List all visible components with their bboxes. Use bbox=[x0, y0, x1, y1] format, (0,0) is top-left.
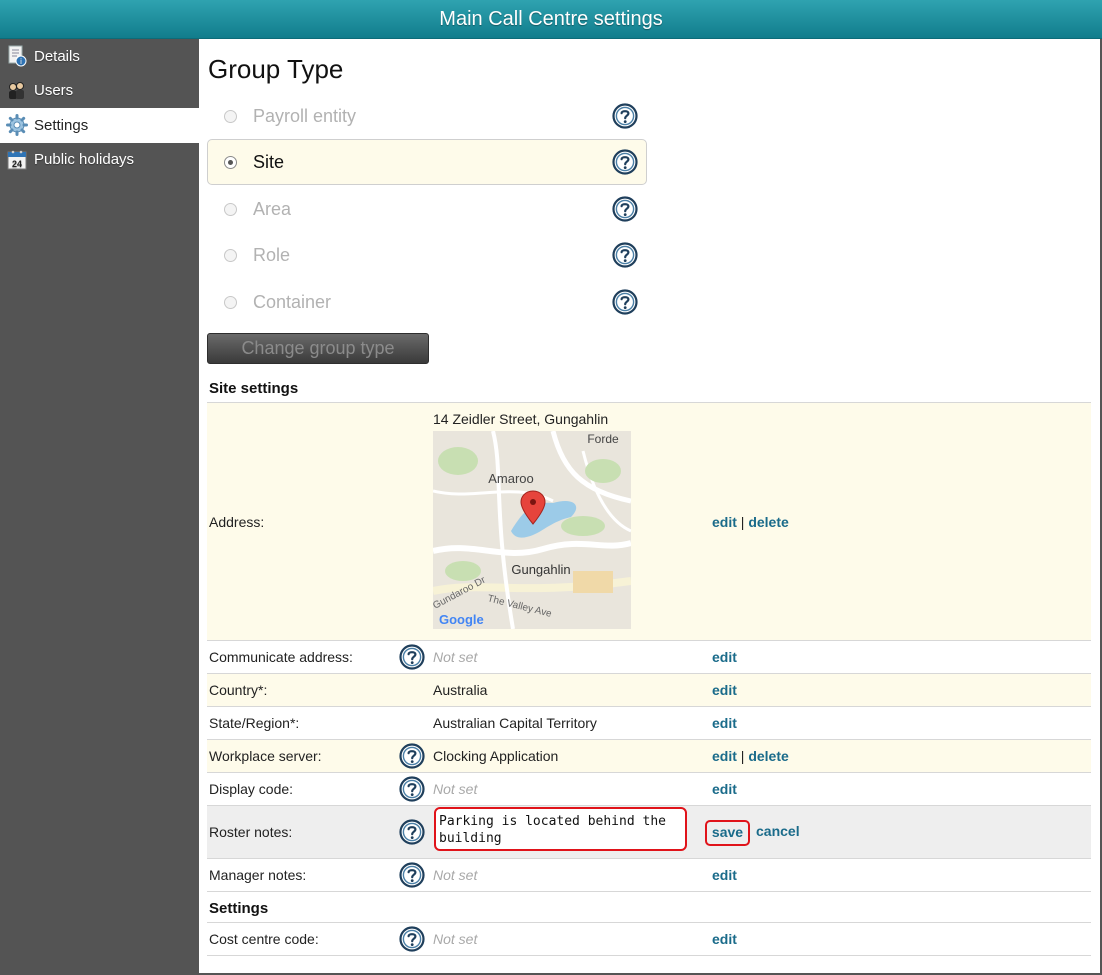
display-code-edit-link[interactable]: edit bbox=[712, 781, 737, 797]
group-type-option-payroll-entity[interactable]: Payroll entity bbox=[207, 93, 647, 139]
change-group-type-button[interactable]: Change group type bbox=[207, 333, 429, 364]
sidebar-item-label: Public holidays bbox=[34, 151, 135, 169]
cancel-link[interactable]: cancel bbox=[756, 823, 800, 839]
row-value: Not set bbox=[433, 781, 478, 797]
row-label: Country*: bbox=[209, 682, 268, 698]
manager-notes-row: Manager notes: Not set edit bbox=[207, 859, 1091, 892]
users-icon bbox=[5, 80, 29, 102]
sidebar-item-settings[interactable]: Settings bbox=[0, 108, 199, 143]
cost-centre-row: Cost centre code: Not set edit bbox=[207, 923, 1091, 956]
country-row: Country*: Australia edit bbox=[207, 674, 1091, 707]
map-label-forde: Forde bbox=[587, 432, 619, 446]
google-logo: Google bbox=[439, 612, 484, 627]
radio-area[interactable] bbox=[224, 202, 237, 216]
row-label: Cost centre code: bbox=[209, 931, 319, 947]
option-label: Container bbox=[253, 291, 332, 312]
site-settings-title: Site settings bbox=[209, 380, 299, 397]
row-label: Manager notes: bbox=[209, 867, 307, 883]
row-value: Clocking Application bbox=[433, 748, 559, 764]
option-label: Site bbox=[253, 151, 285, 172]
sidebar-item-public-holidays[interactable]: 24 Public holidays bbox=[0, 143, 199, 178]
help-icon[interactable] bbox=[612, 149, 638, 175]
help-icon[interactable] bbox=[399, 776, 425, 802]
help-icon[interactable] bbox=[399, 926, 425, 952]
group-type-option-site[interactable]: Site bbox=[207, 139, 647, 185]
row-label: Display code: bbox=[209, 781, 294, 797]
row-value: Australian Capital Territory bbox=[433, 715, 597, 731]
help-icon[interactable] bbox=[399, 743, 425, 769]
help-icon[interactable] bbox=[399, 644, 425, 670]
address-delete-link[interactable]: delete bbox=[748, 514, 788, 530]
row-label: State/Region*: bbox=[209, 715, 300, 731]
svg-text:i: i bbox=[20, 57, 22, 66]
group-type-heading: Group Type bbox=[208, 54, 344, 84]
row-value: Not set bbox=[433, 931, 478, 947]
row-label: Workplace server: bbox=[209, 748, 322, 764]
roster-notes-row: Roster notes: Parking is located behind … bbox=[207, 806, 1091, 859]
help-icon[interactable] bbox=[612, 289, 638, 315]
cost-centre-edit-link[interactable]: edit bbox=[712, 931, 737, 947]
sidebar-item-label: Users bbox=[34, 82, 74, 100]
radio-site[interactable] bbox=[224, 155, 237, 169]
row-value: Not set bbox=[433, 649, 478, 665]
workplace-server-row: Workplace server: Clocking Application e… bbox=[207, 740, 1091, 773]
help-icon[interactable] bbox=[399, 862, 425, 888]
help-icon[interactable] bbox=[612, 196, 638, 222]
radio-role[interactable] bbox=[224, 248, 237, 262]
address-label: Address: bbox=[209, 514, 265, 530]
option-label: Area bbox=[253, 198, 292, 219]
sidebar-item-details[interactable]: i Details bbox=[0, 39, 199, 74]
workplace-server-edit-link[interactable]: edit bbox=[712, 748, 737, 764]
sidebar-item-label: Settings bbox=[34, 116, 89, 134]
country-edit-link[interactable]: edit bbox=[712, 682, 737, 698]
separator: | bbox=[740, 748, 745, 764]
sidebar-item-label: Details bbox=[34, 47, 80, 65]
communicate-address-edit-link[interactable]: edit bbox=[712, 649, 737, 665]
sidebar: i Details Users Settings 24 Public holid… bbox=[0, 39, 199, 975]
settings-title: Settings bbox=[209, 900, 269, 917]
radio-container[interactable] bbox=[224, 295, 237, 309]
radio-payroll-entity[interactable] bbox=[224, 109, 237, 123]
address-edit-link[interactable]: edit bbox=[712, 514, 737, 530]
manager-notes-edit-link[interactable]: edit bbox=[712, 867, 737, 883]
help-icon[interactable] bbox=[612, 242, 638, 268]
group-type-option-container[interactable]: Container bbox=[207, 279, 647, 325]
address-row: Address: 14 Zeidler Street, Gungahlin Fo… bbox=[207, 403, 1091, 641]
roster-notes-textarea[interactable]: Parking is located behind the building bbox=[434, 807, 687, 851]
communicate-address-row: Communicate address: Not set edit bbox=[207, 641, 1091, 674]
save-button[interactable]: save bbox=[705, 820, 750, 846]
group-type-option-area[interactable]: Area bbox=[207, 186, 647, 232]
address-value: 14 Zeidler Street, Gungahlin bbox=[433, 411, 609, 427]
row-label: Communicate address: bbox=[209, 649, 353, 665]
row-label: Roster notes: bbox=[209, 824, 293, 840]
workplace-server-delete-link[interactable]: delete bbox=[748, 748, 788, 764]
display-code-row: Display code: Not set edit bbox=[207, 773, 1091, 806]
window-title: Main Call Centre settings bbox=[0, 0, 1102, 39]
row-value: Not set bbox=[433, 867, 478, 883]
separator: | bbox=[740, 514, 745, 530]
calendar-day-text: 24 bbox=[12, 159, 22, 169]
help-icon[interactable] bbox=[612, 103, 638, 129]
state-region-edit-link[interactable]: edit bbox=[712, 715, 737, 731]
map-label-gungahlin: Gungahlin bbox=[511, 562, 570, 577]
details-icon: i bbox=[5, 45, 29, 67]
calendar-icon: 24 bbox=[5, 149, 29, 171]
sidebar-item-users[interactable]: Users bbox=[0, 74, 199, 109]
row-value: Australia bbox=[433, 682, 488, 698]
address-actions: edit | delete bbox=[712, 514, 789, 530]
help-icon[interactable] bbox=[399, 819, 425, 845]
state-region-row: State/Region*: Australian Capital Territ… bbox=[207, 707, 1091, 740]
option-label: Payroll entity bbox=[253, 105, 357, 126]
group-type-option-role[interactable]: Role bbox=[207, 232, 647, 278]
option-label: Role bbox=[253, 244, 291, 265]
gear-icon bbox=[5, 114, 29, 137]
map-label-amaroo: Amaroo bbox=[488, 471, 534, 486]
address-map[interactable]: Forde Amaroo Gungahlin Gundaroo Dr The V… bbox=[433, 431, 631, 629]
